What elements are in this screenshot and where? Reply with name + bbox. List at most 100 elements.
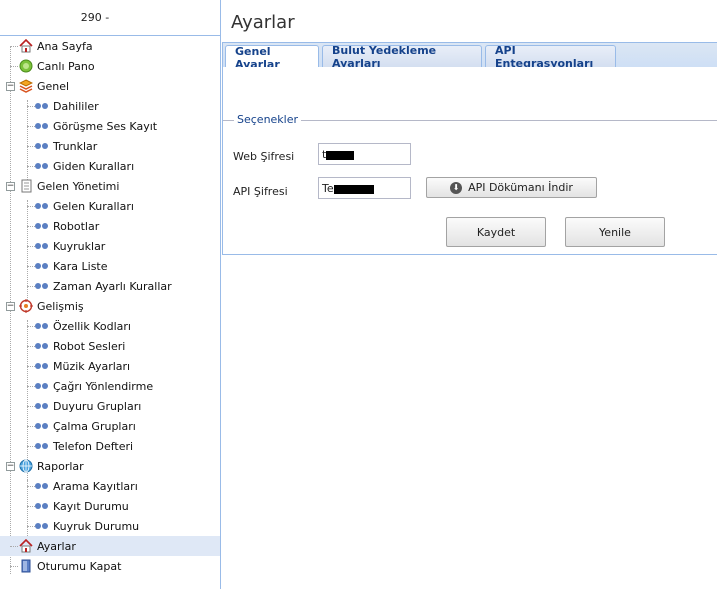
nav-item-gelen-kurallari[interactable]: Gelen Kuralları [0,196,220,216]
leaf-dots-icon [35,323,48,329]
nav-item-arama-kayitlari[interactable]: Arama Kayıtları [0,476,220,496]
nav-item-label: Dahililer [53,99,99,113]
api-doc-download-button[interactable]: ⬇ API Dökümanı İndir [426,177,597,198]
nav-item-robotlar[interactable]: Robotlar [0,216,220,236]
tab-bulut-yedekleme[interactable]: Bulut Yedekleme Ayarları [322,44,482,70]
tab-strip: Genel Ayarlar Bulut Yedekleme Ayarları A… [222,42,717,71]
leaf-dots-icon [35,383,48,389]
nav-item-calma-gruplari[interactable]: Çalma Grupları [0,416,220,436]
leaf-dots-icon [35,363,48,369]
nav-item-label: Robot Sesleri [53,339,126,353]
collapse-toggle-icon[interactable]: − [6,182,15,191]
nav-item-kuyruklar[interactable]: Kuyruklar [0,236,220,256]
nav-item-telefon-defteri[interactable]: Telefon Defteri [0,436,220,456]
nav-item-label: Arama Kayıtları [53,479,138,493]
nav-item-trunklar[interactable]: Trunklar [0,136,220,156]
nav-item-ayarlar[interactable]: Ayarlar [0,536,220,556]
nav-item-label: Ana Sayfa [37,39,93,53]
nav-group-gelismis[interactable]: − Gelişmiş [0,296,220,316]
leaf-dots-icon [35,223,48,229]
nav-item-muzik-ayarlari[interactable]: Müzik Ayarları [0,356,220,376]
fieldset-legend: Seçenekler [234,113,302,126]
nav-group-raporlar[interactable]: − Raporlar [0,456,220,476]
refresh-button[interactable]: Yenile [565,217,665,247]
logout-door-icon [18,558,34,574]
redaction-mask [333,184,374,194]
web-password-field[interactable]: t [318,143,411,165]
nav-item-label: Özellik Kodları [53,319,131,333]
settings-panel: Seçenekler Web Şifresi t API Şifresi Te … [222,67,717,255]
nav-item-label: Duyuru Grupları [53,399,142,413]
nav-item-label: Çağrı Yönlendirme [53,379,154,393]
leaf-dots-icon [35,103,48,109]
download-icon: ⬇ [450,181,463,194]
save-button[interactable]: Kaydet [446,217,546,247]
leaf-dots-icon [35,503,48,509]
nav-item-kara-liste[interactable]: Kara Liste [0,256,220,276]
nav-group-gelen-yonetimi[interactable]: − Gelen Yönetimi [0,176,220,196]
nav-item-cagri-yonlendirme[interactable]: Çağrı Yönlendirme [0,376,220,396]
nav-item-label: Gelen Yönetimi [37,179,120,193]
nav-item-dahililer[interactable]: Dahililer [0,96,220,116]
nav-item-label: Canlı Pano [37,59,95,73]
nav-item-label: Robotlar [53,219,100,233]
leaf-dots-icon [35,423,48,429]
nav-group-genel[interactable]: − Genel [0,76,220,96]
nav-item-label: Giden Kuralları [53,159,135,173]
nav-item-label: Oturumu Kapat [37,559,122,573]
collapse-toggle-icon[interactable]: − [6,462,15,471]
collapse-toggle-icon[interactable]: − [6,82,15,91]
nav-item-label: Kuyruk Durumu [53,519,140,533]
api-password-field[interactable]: Te [318,177,411,199]
nav-item-label: Gelen Kuralları [53,199,134,213]
nav-item-ozellik-kodlari[interactable]: Özellik Kodları [0,316,220,336]
leaf-dots-icon [35,523,48,529]
tab-api-entegrasyonlari[interactable]: API Entegrasyonları [485,44,616,70]
reports-globe-icon [18,458,34,474]
nav-item-giden-kurallari[interactable]: Giden Kuralları [0,156,220,176]
nav-item-label: Raporlar [37,459,84,473]
general-layers-icon [18,78,34,94]
leaf-dots-icon [35,243,48,249]
nav-item-duyuru-gruplari[interactable]: Duyuru Grupları [0,396,220,416]
nav-item-canli-pano[interactable]: Canlı Pano [0,56,220,76]
nav-item-label: Kayıt Durumu [53,499,129,513]
page-title: Ayarlar [231,12,295,33]
leaf-dots-icon [35,443,48,449]
sidebar-tree-panel: 290 - Ana Sayfa Canlı Pano − Genel Dahil… [0,0,221,589]
nav-item-ana-sayfa[interactable]: Ana Sayfa [0,36,220,56]
live-board-icon [18,58,34,74]
sidebar-header: 290 - [0,0,220,36]
redaction-mask [326,150,355,160]
advanced-gear-icon [18,298,34,314]
nav-item-zaman-ayarli-kurallar[interactable]: Zaman Ayarlı Kurallar [0,276,220,296]
api-password-label: API Şifresi [233,185,288,198]
nav-item-label: Müzik Ayarları [53,359,131,373]
api-doc-download-label: API Dökümanı İndir [468,181,573,194]
home-icon [18,38,34,54]
leaf-dots-icon [35,123,48,129]
nav-item-label: Zaman Ayarlı Kurallar [53,279,172,293]
nav-item-label: Kuyruklar [53,239,106,253]
nav-item-gorusme-ses-kayit[interactable]: Görüşme Ses Kayıt [0,116,220,136]
collapse-toggle-icon[interactable]: − [6,302,15,311]
document-icon [18,178,34,194]
nav-item-label: Ayarlar [37,539,76,553]
nav-item-label: Görüşme Ses Kayıt [53,119,158,133]
leaf-dots-icon [35,403,48,409]
nav-item-label: Gelişmiş [37,299,84,313]
nav-item-kuyruk-durumu[interactable]: Kuyruk Durumu [0,516,220,536]
nav-item-label: Çalma Grupları [53,419,136,433]
nav-item-oturumu-kapat[interactable]: Oturumu Kapat [0,556,220,576]
nav-item-kayit-durumu[interactable]: Kayıt Durumu [0,496,220,516]
api-password-value: Te [322,182,334,195]
leaf-dots-icon [35,483,48,489]
leaf-dots-icon [35,263,48,269]
nav-item-label: Kara Liste [53,259,108,273]
leaf-dots-icon [35,143,48,149]
tab-genel-ayarlar[interactable]: Genel Ayarlar [225,45,319,71]
nav-item-robot-sesleri[interactable]: Robot Sesleri [0,336,220,356]
options-fieldset: Seçenekler Web Şifresi t API Şifresi Te … [223,113,717,256]
nav-item-label: Telefon Defteri [53,439,134,453]
leaf-dots-icon [35,343,48,349]
